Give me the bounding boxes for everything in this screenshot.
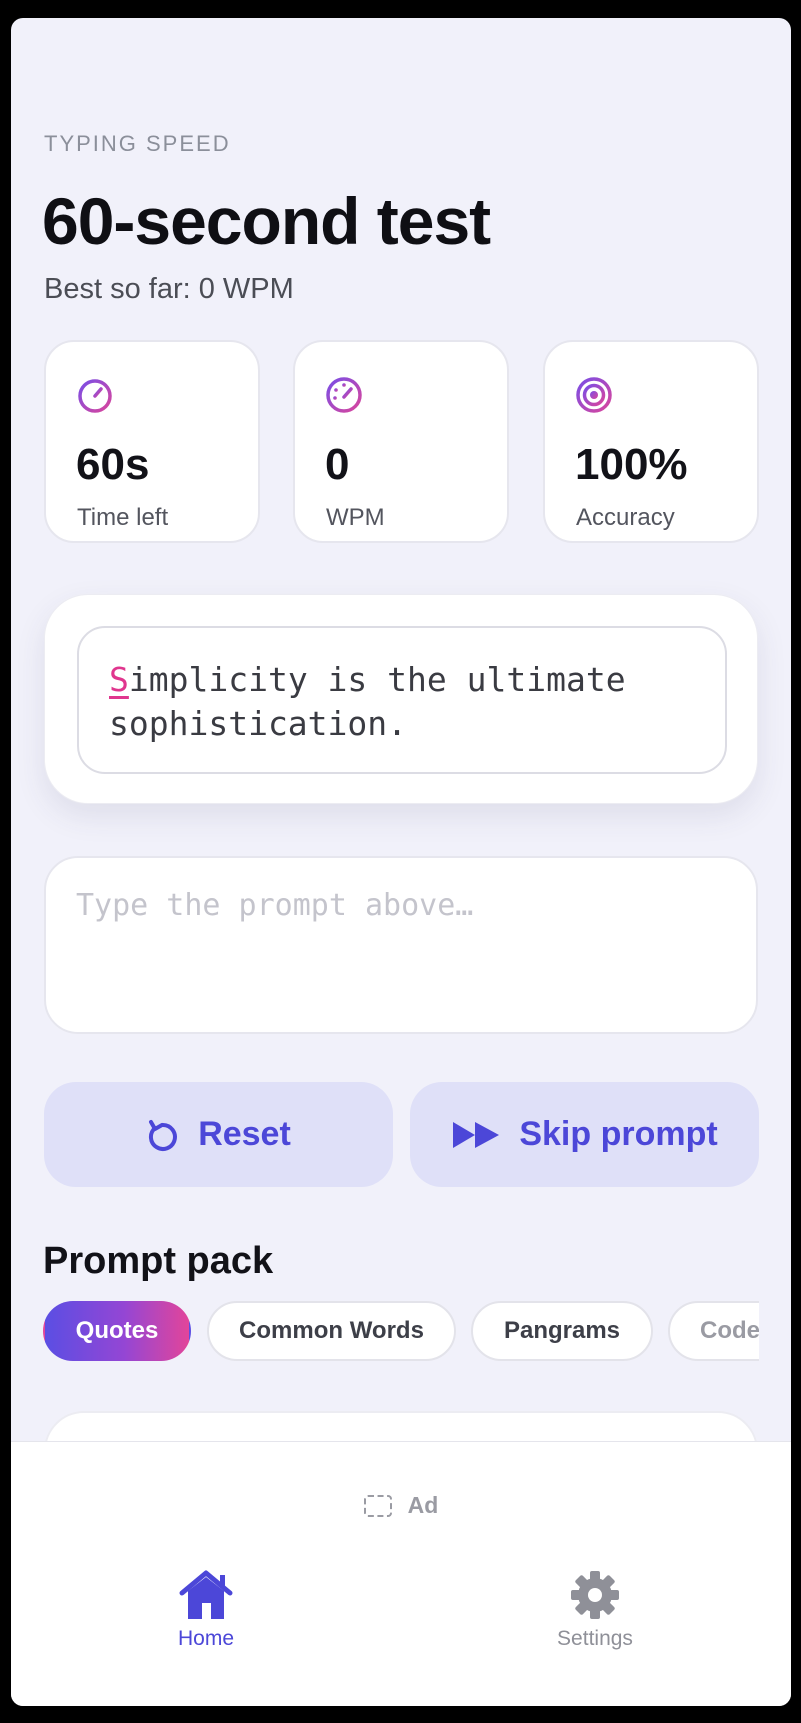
best-score-text: Best so far: 0 WPM (44, 273, 294, 305)
accuracy-label: Accuracy (576, 504, 675, 531)
target-icon (576, 377, 612, 413)
ad-placeholder-icon (363, 1494, 392, 1517)
wpm-label: WPM (326, 504, 385, 531)
time-left-label: Time left (77, 504, 169, 531)
tab-home-label: Home (177, 1627, 235, 1650)
stat-card-wpm: 0 WPM (293, 340, 509, 543)
skip-prompt-button[interactable]: Skip prompt (410, 1082, 759, 1187)
typing-input[interactable] (46, 858, 756, 1032)
prompt-text: Simplicity is the ultimate sophisticatio… (77, 626, 727, 774)
timer-icon (78, 376, 112, 413)
accuracy-value: 100% (575, 440, 688, 489)
tab-settings-label: Settings (557, 1627, 633, 1650)
chip-quotes[interactable]: Quotes (43, 1301, 191, 1361)
chip-common-words[interactable]: Common Words (207, 1301, 456, 1361)
typing-input-container (44, 856, 758, 1034)
ad-label: Ad (407, 1492, 439, 1518)
gear-icon (571, 1571, 619, 1619)
tab-settings[interactable]: Settings (495, 1569, 695, 1651)
ad-banner: Ad (11, 1492, 791, 1519)
current-character: S (109, 660, 129, 699)
home-icon (179, 1570, 233, 1619)
prompt-card: Simplicity is the ultimate sophisticatio… (44, 594, 758, 804)
fast-forward-icon (453, 1121, 500, 1148)
reset-icon (149, 1119, 178, 1151)
stat-card-time: 60s Time left (44, 340, 260, 543)
skip-prompt-label: Skip prompt (519, 1115, 718, 1153)
speedometer-icon (326, 377, 362, 413)
wpm-value: 0 (325, 440, 350, 489)
stat-card-accuracy: 100% Accuracy (543, 340, 759, 543)
prompt-pack-chips: Quotes Common Words Pangrams Code (43, 1301, 759, 1363)
prompt-remaining-text: implicity is the ultimate (128, 660, 626, 699)
app-screen: TYPING SPEED 60-second test Best so far:… (11, 18, 791, 1706)
reset-button[interactable]: Reset (44, 1082, 393, 1187)
tab-home[interactable]: Home (106, 1569, 306, 1651)
chip-pangrams[interactable]: Pangrams (471, 1301, 653, 1361)
chip-code[interactable]: Code (668, 1301, 759, 1361)
prompt-pack-heading: Prompt pack (43, 1240, 274, 1282)
prompt-line-two: sophistication. (109, 704, 408, 743)
time-left-value: 60s (76, 440, 150, 489)
bottom-bar: Ad Home Settings (11, 1441, 791, 1706)
page-title: 60-second test (42, 184, 491, 258)
eyebrow-label: TYPING SPEED (44, 131, 231, 156)
reset-label: Reset (198, 1115, 291, 1153)
